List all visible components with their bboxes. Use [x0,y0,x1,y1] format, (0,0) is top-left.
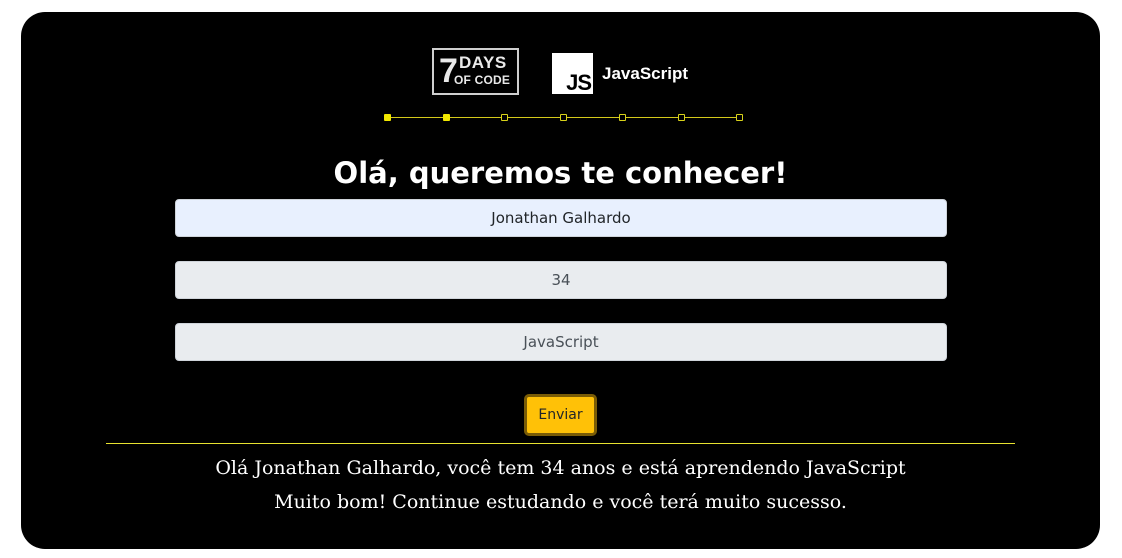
age-input[interactable] [175,261,947,299]
submit-button[interactable]: Enviar [524,394,597,436]
stepper-step-1 [384,114,391,121]
progress-stepper [384,113,743,123]
javascript-logo-icon: JS [552,53,593,94]
logo-days: DAYS [459,53,507,72]
result-encouragement: Muito bom! Continue estudando e você ter… [274,491,847,513]
divider [106,443,1015,444]
language-input[interactable] [175,323,947,361]
stepper-step-2 [443,114,450,121]
logo-of-code: OF CODE [454,73,511,87]
page-title: Olá, queremos te conhecer! [333,156,788,190]
stepper-step-4 [560,114,567,121]
seven-days-of-code-logo: 7 DAYS OF CODE [432,48,519,95]
javascript-logo-label: JavaScript [602,64,688,83]
main-card: 7 DAYS OF CODE JS JavaScript Olá, querem… [21,12,1100,549]
js-badge-text: JS [566,70,592,95]
stepper-step-3 [501,114,508,121]
name-input[interactable] [175,199,947,237]
stepper-step-7 [736,114,743,121]
stepper-step-6 [678,114,685,121]
stepper-step-5 [619,114,626,121]
result-greeting: Olá Jonathan Galhardo, você tem 34 anos … [215,457,906,479]
